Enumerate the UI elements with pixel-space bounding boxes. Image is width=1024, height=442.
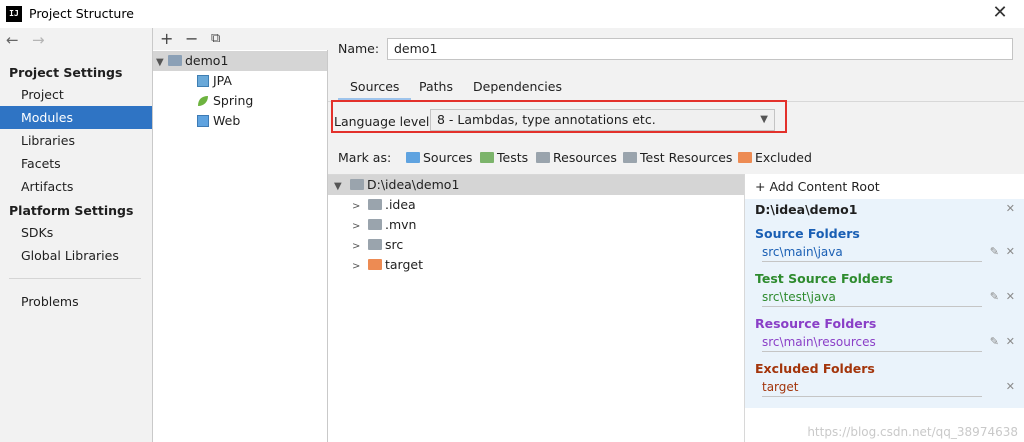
module-toolbar: + − ⧉ [153, 28, 328, 50]
remove-excluded-icon[interactable]: ✕ [1006, 380, 1015, 393]
chevron-right-icon[interactable]: > [352, 197, 364, 217]
web-icon [197, 115, 209, 127]
mark-as-sources-button[interactable]: Sources [406, 150, 472, 165]
folder-icon [367, 199, 382, 210]
sidebar-item-sdks[interactable]: SDKs [0, 221, 152, 244]
sidebar-divider [9, 278, 141, 279]
source-folder-path: src\main\java [762, 245, 843, 259]
module-name-input[interactable]: demo1 [387, 38, 1013, 60]
edit-source-icon[interactable]: ✎ [990, 245, 999, 258]
window-title: Project Structure [29, 6, 134, 21]
jpa-icon [197, 75, 209, 87]
platform-settings-heading: Platform Settings [9, 203, 134, 218]
add-module-icon[interactable]: + [160, 29, 173, 48]
test-resources-folder-icon [623, 152, 637, 163]
tab-dependencies[interactable]: Dependencies [461, 76, 574, 101]
resources-folder-icon [536, 152, 550, 163]
language-level-select[interactable]: 8 - Lambdas, type annotations etc. ▼ [430, 109, 775, 131]
source-folders-heading: Source Folders [755, 226, 860, 241]
excluded-folders-heading: Excluded Folders [755, 361, 875, 376]
mark-as-resources-button[interactable]: Resources [536, 150, 617, 165]
folder-icon [367, 239, 382, 250]
folder-icon [349, 179, 364, 190]
facet-label: JPA [213, 73, 232, 88]
settings-sidebar: ← → Project Settings Project Modules Libr… [0, 28, 153, 442]
resource-folder-path: src\main\resources [762, 335, 876, 349]
chevron-right-icon[interactable]: > [352, 217, 364, 237]
facet-label: Web [213, 113, 241, 128]
facet-row-web[interactable]: Web [153, 111, 327, 131]
sidebar-item-libraries[interactable]: Libraries [0, 129, 152, 152]
resource-folders-heading: Resource Folders [755, 316, 877, 331]
sidebar-item-problems[interactable]: Problems [0, 290, 152, 313]
tree-row-idea[interactable]: > .idea [328, 195, 744, 215]
remove-root-icon[interactable]: ✕ [1006, 202, 1015, 215]
name-label: Name: [338, 41, 380, 56]
resource-folder-underline [762, 351, 982, 352]
test-folders-heading: Test Source Folders [755, 271, 893, 286]
edit-test-icon[interactable]: ✎ [990, 290, 999, 303]
back-arrow-icon[interactable]: ← [6, 31, 26, 49]
tree-row-root[interactable]: ▼ D:\idea\demo1 [328, 175, 744, 195]
tab-paths[interactable]: Paths [407, 76, 465, 101]
mark-as-excluded-button[interactable]: Excluded [738, 150, 812, 165]
edit-resource-icon[interactable]: ✎ [990, 335, 999, 348]
remove-module-icon[interactable]: − [185, 29, 198, 48]
module-settings-panel: Name: demo1 Sources Paths Dependencies L… [328, 28, 1024, 442]
sidebar-item-project[interactable]: Project [0, 83, 152, 106]
content-roots-panel: + Add Content Root D:\idea\demo1 ✕ Sourc… [744, 174, 1024, 442]
facet-row-jpa[interactable]: JPA [153, 71, 327, 91]
language-level-value: 8 - Lambdas, type annotations etc. [437, 112, 656, 127]
sources-folder-icon [406, 152, 420, 163]
content-root-block: D:\idea\demo1 ✕ Source Folders src\main\… [745, 199, 1024, 408]
excluded-folder-path: target [762, 380, 799, 394]
source-folder-underline [762, 261, 982, 262]
folder-icon [367, 219, 382, 230]
intellij-app-icon: IJ [6, 6, 22, 22]
tree-row-mvn[interactable]: > .mvn [328, 215, 744, 235]
mark-as-tests-button[interactable]: Tests [480, 150, 528, 165]
facet-row-spring[interactable]: Spring [153, 91, 327, 111]
add-content-root-button[interactable]: + Add Content Root [755, 179, 880, 194]
project-settings-heading: Project Settings [9, 65, 123, 80]
watermark: https://blog.csdn.net/qq_38974638 [807, 425, 1018, 439]
excluded-folder-icon [367, 259, 382, 270]
mark-as-label: Mark as: [338, 150, 392, 165]
module-name: demo1 [185, 53, 229, 68]
sidebar-item-artifacts[interactable]: Artifacts [0, 175, 152, 198]
tree-row-target[interactable]: > target [328, 255, 744, 275]
sidebar-item-global-libraries[interactable]: Global Libraries [0, 244, 152, 267]
sidebar-item-modules[interactable]: Modules [0, 106, 152, 129]
chevron-right-icon[interactable]: > [352, 237, 364, 257]
chevron-down-icon[interactable]: ▼ [156, 53, 168, 73]
test-folder-underline [762, 306, 982, 307]
content-root-path: D:\idea\demo1 [755, 202, 858, 217]
chevron-down-icon: ▼ [760, 114, 768, 125]
remove-test-icon[interactable]: ✕ [1006, 290, 1015, 303]
module-row-demo1[interactable]: ▼ demo1 [153, 51, 327, 71]
chevron-right-icon[interactable]: > [352, 257, 364, 277]
tests-folder-icon [480, 152, 494, 163]
forward-arrow-icon[interactable]: → [32, 31, 52, 49]
copy-module-icon[interactable]: ⧉ [211, 31, 220, 46]
close-icon[interactable]: ✕ [990, 3, 1010, 23]
remove-source-icon[interactable]: ✕ [1006, 245, 1015, 258]
tree-row-src[interactable]: > src [328, 235, 744, 255]
title-bar: IJ Project Structure ✕ [0, 0, 1024, 28]
test-folder-path: src\test\java [762, 290, 836, 304]
sidebar-item-facets[interactable]: Facets [0, 152, 152, 175]
content-tree: ▼ D:\idea\demo1 > .idea > .mvn > src > t… [328, 174, 744, 442]
spring-leaf-icon [197, 93, 209, 106]
mark-as-test-resources-button[interactable]: Test Resources [623, 150, 732, 165]
language-level-label: Language level: [334, 114, 434, 129]
remove-resource-icon[interactable]: ✕ [1006, 335, 1015, 348]
nav-arrows: ← → [6, 31, 52, 53]
excluded-folder-underline [762, 396, 982, 397]
excluded-folder-icon [738, 152, 752, 163]
module-folder-icon [168, 55, 182, 66]
chevron-down-icon[interactable]: ▼ [334, 177, 346, 197]
facet-label: Spring [213, 93, 254, 108]
module-tree-panel: + − ⧉ ▼ demo1 JPA Spring Web [153, 28, 328, 442]
tab-sources[interactable]: Sources [338, 76, 412, 101]
